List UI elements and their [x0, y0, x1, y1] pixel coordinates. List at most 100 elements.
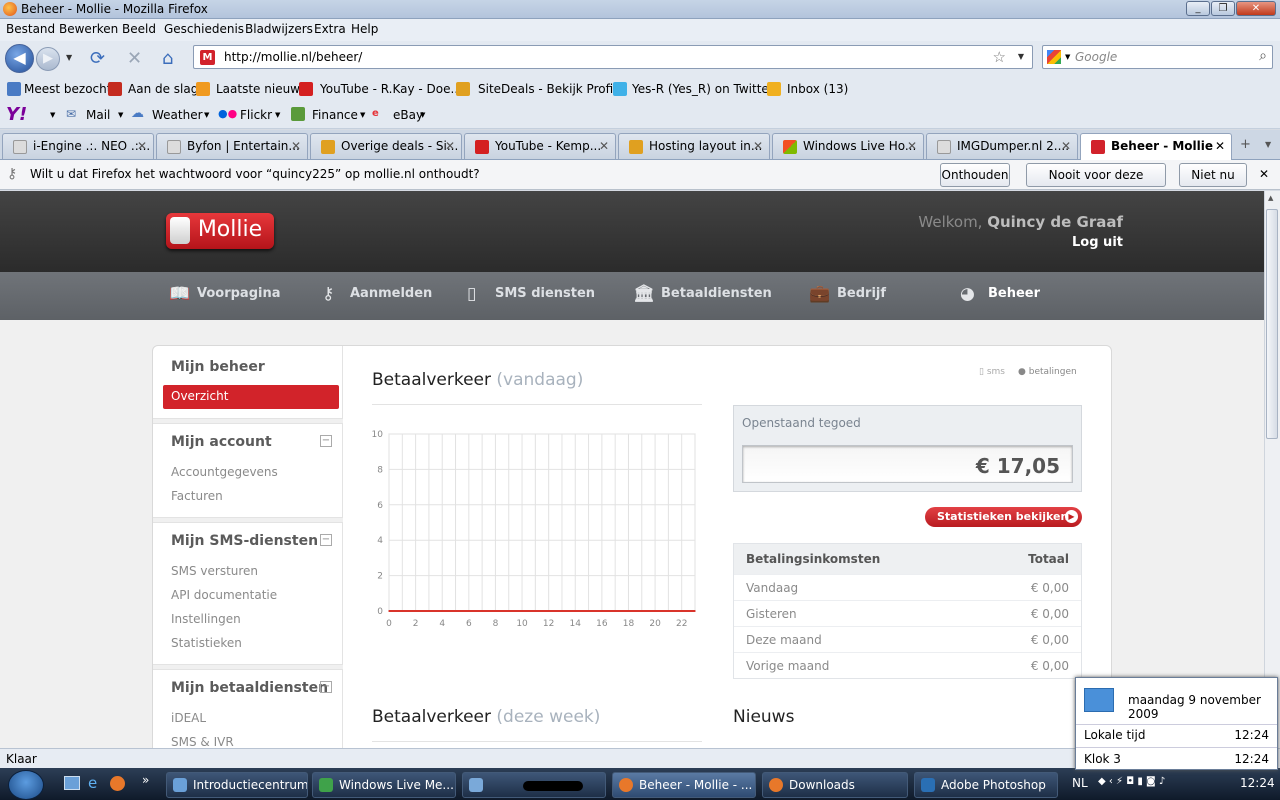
sidebar-item-statistieken[interactable]: Statistieken — [171, 636, 242, 650]
filter-betalingen[interactable]: ● betalingen — [1018, 367, 1077, 377]
bookmark-aan-de-slag[interactable]: Aan de slag — [128, 82, 198, 96]
tab-close-icon[interactable]: ✕ — [445, 139, 455, 153]
sidebar-item-accountgegevens[interactable]: Accountgegevens — [171, 465, 278, 479]
search-icon[interactable]: ⌕ — [1259, 48, 1267, 64]
finance-dropdown-icon[interactable]: ▼ — [360, 111, 365, 119]
task-windows-live-messenger[interactable]: Windows Live Me... — [312, 772, 456, 798]
tab-hosting-layout[interactable]: Hosting layout in... ✕ — [618, 133, 770, 159]
forward-button[interactable]: ▶ — [36, 47, 60, 71]
engine-dropdown-icon[interactable]: ▼ — [1065, 53, 1070, 61]
mollie-logo[interactable]: Mollie — [166, 213, 274, 249]
new-tab-icon[interactable]: + — [1240, 137, 1251, 152]
scroll-up-icon[interactable]: ▲ — [1268, 194, 1273, 202]
tab-close-icon[interactable]: ✕ — [291, 139, 301, 153]
close-button[interactable]: ✕ — [1236, 1, 1276, 16]
back-button[interactable]: ◀ — [5, 44, 34, 73]
reload-icon[interactable]: ⟳ — [90, 50, 105, 68]
filter-sms[interactable]: ▯ sms — [979, 367, 1005, 377]
yahoo-logo[interactable]: Y! — [6, 104, 27, 125]
yahoo-ebay[interactable]: eBay — [393, 108, 423, 122]
firefox-quicklaunch-icon[interactable] — [110, 776, 125, 791]
nav-beheer[interactable]: ◕ Beheer — [960, 284, 1040, 304]
yahoo-finance[interactable]: Finance — [312, 108, 358, 122]
task-firefox-mollie[interactable]: Beheer - Mollie - ... — [612, 772, 756, 798]
taskbar-clock[interactable]: 12:24 — [1240, 776, 1275, 790]
menu-bewerken[interactable]: Bewerken — [59, 22, 118, 36]
remember-button[interactable]: Onthouden — [940, 163, 1010, 187]
tab-close-icon[interactable]: ✕ — [907, 139, 917, 153]
sidebar-item-api-documentatie[interactable]: API documentatie — [171, 588, 277, 602]
home-icon[interactable]: ⌂ — [162, 50, 173, 68]
task-chat-window[interactable] — [462, 772, 606, 798]
collapse-icon[interactable]: − — [320, 435, 332, 447]
tab-youtube[interactable]: YouTube - Kemp... ✕ — [464, 133, 616, 159]
tab-windows-live[interactable]: Windows Live Ho... ✕ — [772, 133, 924, 159]
tab-close-icon[interactable]: ✕ — [1215, 139, 1225, 153]
sidebar-item-facturen[interactable]: Facturen — [171, 489, 223, 503]
tab-close-icon[interactable]: ✕ — [599, 139, 609, 153]
sidebar-item-ideal[interactable]: iDEAL — [171, 711, 206, 725]
sidebar-item-sms-ivr[interactable]: SMS & IVR — [171, 735, 234, 748]
bookmark-meest-bezocht[interactable]: Meest bezocht — [24, 82, 111, 96]
weather-dropdown-icon[interactable]: ▼ — [204, 111, 209, 119]
ebay-dropdown-icon[interactable]: ▼ — [420, 111, 425, 119]
mail-dropdown-icon[interactable]: ▼ — [118, 111, 123, 119]
bookmark-sitedeals[interactable]: SiteDeals - Bekijk Profi... — [478, 82, 625, 96]
nav-aanmelden[interactable]: ⚷ Aanmelden — [322, 284, 432, 304]
yahoo-weather[interactable]: Weather — [152, 108, 203, 122]
bookmark-inbox[interactable]: Inbox (13) — [787, 82, 848, 96]
start-button[interactable] — [8, 770, 44, 800]
tab-close-icon[interactable]: ✕ — [753, 139, 763, 153]
stop-icon[interactable]: ✕ — [127, 50, 142, 68]
bookmark-star-icon[interactable]: ☆ — [993, 48, 1006, 66]
menu-beeld[interactable]: Beeld — [122, 22, 156, 36]
not-now-button[interactable]: Niet nu — [1179, 163, 1247, 187]
tab-byfon[interactable]: Byfon | Entertain... ✕ — [156, 133, 308, 159]
tab-beheer-mollie[interactable]: Beheer - Mollie ✕ — [1080, 133, 1232, 161]
history-dropdown-icon[interactable]: ▼ — [66, 53, 72, 62]
menu-extra[interactable]: Extra — [314, 22, 346, 36]
menu-bestand[interactable]: Bestand — [6, 22, 55, 36]
yahoo-mail[interactable]: Mail — [86, 108, 110, 122]
system-tray-icons[interactable]: ◆ ‹ ⚡ ◘ ▮ ◙ ♪ — [1098, 776, 1165, 787]
tab-close-icon[interactable]: ✕ — [1061, 139, 1071, 153]
menu-bladwijzers[interactable]: Bladwijzers — [245, 22, 313, 36]
nav-betaaldiensten[interactable]: 🏛 Betaaldiensten — [633, 284, 772, 304]
yahoo-dropdown-icon[interactable]: ▼ — [50, 111, 55, 119]
view-statistics-button[interactable]: Statistieken bekijken ▶ — [925, 507, 1082, 527]
language-indicator[interactable]: NL — [1072, 776, 1088, 790]
logout-link[interactable]: Log uit — [1072, 235, 1123, 250]
scrollbar-thumb[interactable] — [1266, 209, 1278, 439]
bookmark-twitter[interactable]: Yes-R (Yes_R) on Twitter — [632, 82, 774, 96]
minimize-button[interactable]: _ — [1186, 1, 1210, 16]
nav-bedrijf[interactable]: 💼 Bedrijf — [809, 284, 886, 304]
never-button[interactable]: Nooit voor deze website — [1026, 163, 1166, 204]
task-photoshop[interactable]: Adobe Photoshop — [914, 772, 1058, 798]
tab-close-icon[interactable]: ✕ — [137, 139, 147, 153]
tab-overige-deals[interactable]: Overige deals - Si... ✕ — [310, 133, 462, 159]
tab-imgdumper[interactable]: IMGDumper.nl 2.... ✕ — [926, 133, 1078, 159]
url-dropdown-icon[interactable]: ▼ — [1018, 52, 1024, 61]
notification-close-icon[interactable]: ✕ — [1259, 167, 1269, 181]
show-desktop-icon[interactable] — [64, 776, 80, 790]
collapse-icon[interactable]: − — [320, 681, 332, 693]
task-introductiecentrum[interactable]: Introductiecentrum — [166, 772, 308, 798]
more-icon[interactable]: » — [142, 773, 149, 787]
yahoo-flickr[interactable]: Flickr — [240, 108, 272, 122]
maximize-button[interactable]: ❐ — [1211, 1, 1235, 16]
collapse-icon[interactable]: − — [320, 534, 332, 546]
ie-icon[interactable]: e — [88, 774, 97, 792]
tab-i-engine[interactable]: i-Engine .:. NEO .:... ✕ — [2, 133, 154, 159]
task-downloads[interactable]: Downloads — [762, 772, 908, 798]
address-bar[interactable]: M http://mollie.nl/beheer/ ☆ ▼ — [193, 45, 1033, 69]
search-box[interactable]: ▼ Google ⌕ — [1042, 45, 1273, 69]
nav-voorpagina[interactable]: 📖 Voorpagina — [169, 284, 281, 304]
bookmark-laatste-nieuws[interactable]: Laatste nieuws — [216, 82, 306, 96]
flickr-dropdown-icon[interactable]: ▼ — [275, 111, 280, 119]
sidebar-item-overzicht[interactable]: Overzicht — [163, 385, 339, 409]
menu-help[interactable]: Help — [351, 22, 378, 36]
bookmark-youtube[interactable]: YouTube - R.Kay - Doe... — [320, 82, 462, 96]
sidebar-item-instellingen[interactable]: Instellingen — [171, 612, 241, 626]
tab-list-icon[interactable]: ▼ — [1265, 140, 1271, 149]
menu-geschiedenis[interactable]: Geschiedenis — [164, 22, 244, 36]
